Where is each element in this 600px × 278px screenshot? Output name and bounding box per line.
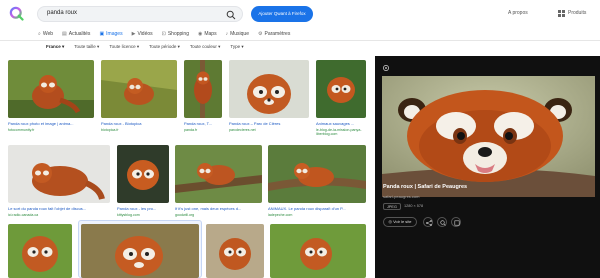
music-icon: ♪: [225, 30, 229, 37]
result-thumbnail[interactable]: [270, 224, 366, 278]
image-result[interactable]: [270, 224, 366, 278]
visit-site-button[interactable]: ◎ Voir le site: [383, 217, 417, 227]
result-thumbnail[interactable]: [175, 145, 262, 203]
result-caption[interactable]: Panda roux, T...: [184, 121, 222, 126]
preview-site: safari-peaugres.com: [383, 194, 420, 199]
result-source: fotocommunity.fr: [8, 128, 35, 132]
result-source: kittysblog.com: [117, 213, 140, 217]
result-source: ladepeche.com: [268, 213, 293, 217]
header-divider: [0, 40, 600, 41]
expand-icon: [454, 220, 460, 226]
result-thumbnail[interactable]: [81, 224, 199, 278]
search-tabs: ⌕ Web ▤ Actualités ▣ Images ▶ Vidéos ⊡ Shoppi…: [38, 28, 290, 41]
tab-images[interactable]: ▣ Images: [99, 28, 123, 41]
size-filter[interactable]: Toute taille ▾: [74, 44, 99, 50]
image-result-selected[interactable]: [81, 224, 199, 278]
preview-title[interactable]: Panda roux | Safari de Peaugres: [383, 184, 467, 190]
globe-icon: ◎: [388, 219, 392, 224]
tab-news[interactable]: ▤ Actualités: [62, 28, 90, 39]
apps-grid-icon[interactable]: [558, 10, 565, 17]
result-thumbnail[interactable]: [316, 60, 366, 118]
image-result[interactable]: Le sort du panda roux fait l'objet de di…: [8, 145, 110, 219]
result-source: goodwill.org: [175, 213, 195, 217]
result-thumbnail[interactable]: [8, 224, 72, 278]
add-to-firefox-button[interactable]: Ajouter Qwant à Firefox: [251, 6, 313, 22]
result-caption[interactable]: Panda roux - les pro...: [117, 206, 169, 211]
search-input[interactable]: panda roux: [47, 10, 77, 16]
format-badge: JPEG: [383, 203, 401, 210]
result-caption[interactable]: If it's just one, mais deux espèces d...: [175, 206, 262, 211]
newspaper-icon: ▤: [62, 30, 67, 37]
share-button[interactable]: [423, 217, 433, 227]
filter-bar: France ▾ Toute taille ▾ Toute licence ▾ …: [46, 44, 244, 50]
result-caption[interactable]: Panda roux photo et image | anima...: [8, 121, 94, 126]
preview-image[interactable]: [382, 76, 595, 197]
products-link[interactable]: Produits: [568, 10, 586, 16]
tab-web[interactable]: ⌕ Web: [38, 28, 53, 39]
result-source: ici.radio-canada.ca: [8, 213, 39, 217]
result-caption[interactable]: ANIMAUX. Le panda roux disparaît d'un P.…: [268, 206, 366, 211]
fullscreen-button[interactable]: [451, 217, 461, 227]
result-thumbnail[interactable]: [101, 60, 177, 118]
about-link[interactable]: A propos: [508, 10, 528, 16]
qwant-logo[interactable]: [9, 6, 24, 21]
image-result[interactable]: Panda roux – Parc de Clères parcdecleres…: [229, 60, 309, 138]
tab-music[interactable]: ♪ Musique: [226, 28, 249, 39]
result-caption[interactable]: Animaux sauvages ...: [316, 121, 366, 126]
search-similar-button[interactable]: [437, 217, 447, 227]
result-thumbnail[interactable]: [117, 145, 169, 203]
license-filter[interactable]: Toute licence ▾: [109, 44, 139, 50]
play-icon: ▶: [131, 30, 136, 37]
region-filter[interactable]: France ▾: [46, 44, 64, 50]
image-result[interactable]: [8, 224, 72, 278]
result-source: le-blog-de-la-mission-panya-liberblog.co…: [316, 128, 362, 137]
search-icon: [440, 220, 446, 226]
result-caption[interactable]: Panda roux – Parc de Clères: [229, 121, 309, 126]
result-thumbnail[interactable]: [229, 60, 309, 118]
share-icon: [426, 220, 432, 226]
tab-videos[interactable]: ▶ Vidéos: [132, 28, 153, 39]
map-pin-icon: ◉: [197, 30, 203, 37]
close-icon[interactable]: [383, 65, 389, 71]
cart-icon: ⊡: [161, 30, 166, 37]
search-bar[interactable]: panda roux: [37, 6, 243, 22]
result-thumbnail[interactable]: [8, 145, 110, 203]
image-result[interactable]: Panda roux - Biotopica biotopica.fr: [101, 60, 177, 138]
period-filter[interactable]: Toute période ▾: [149, 44, 180, 50]
result-thumbnail[interactable]: [206, 224, 264, 278]
result-thumbnail[interactable]: [184, 60, 222, 118]
result-thumbnail[interactable]: [268, 145, 366, 203]
settings-icon: ⚙: [258, 30, 263, 37]
image-result[interactable]: If it's just one, mais deux espèces d...…: [175, 145, 262, 219]
result-source: panda.fr: [184, 128, 198, 132]
image-result[interactable]: ANIMAUX. Le panda roux disparaît d'un P.…: [268, 145, 366, 219]
search-icon: ⌕: [38, 30, 41, 37]
image-icon: ▣: [99, 30, 105, 37]
tab-maps[interactable]: ◉ Maps: [198, 28, 217, 39]
type-filter[interactable]: Type ▾: [230, 44, 243, 50]
result-source: biotopica.fr: [101, 128, 119, 132]
search-icon[interactable]: [226, 10, 236, 20]
image-preview-panel: Panda roux | Safari de Peaugres safari-p…: [375, 56, 600, 278]
image-results: Panda roux photo et image | anima... fot…: [0, 56, 372, 278]
image-dimensions: 1280 × 578: [404, 204, 424, 208]
tab-settings[interactable]: ⚙ Paramètres: [258, 28, 290, 39]
image-result[interactable]: Panda roux photo et image | anima... fot…: [8, 60, 94, 138]
result-source: parcdecleres.net: [229, 128, 256, 132]
result-thumbnail[interactable]: [8, 60, 94, 118]
image-result[interactable]: Panda roux, T... panda.fr: [184, 60, 222, 138]
result-caption[interactable]: Le sort du panda roux fait l'objet de di…: [8, 206, 110, 211]
image-result[interactable]: Animaux sauvages ... le-blog-de-la-missi…: [316, 60, 366, 138]
image-result[interactable]: Panda roux - les pro... kittysblog.com: [117, 145, 169, 219]
image-result[interactable]: [206, 224, 264, 278]
top-bar: panda roux Ajouter Qwant à Firefox A pro…: [0, 0, 600, 41]
tab-shopping[interactable]: ⊡ Shopping: [162, 28, 189, 39]
color-filter[interactable]: Toute couleur ▾: [190, 44, 221, 50]
result-caption[interactable]: Panda roux - Biotopica: [101, 121, 177, 126]
